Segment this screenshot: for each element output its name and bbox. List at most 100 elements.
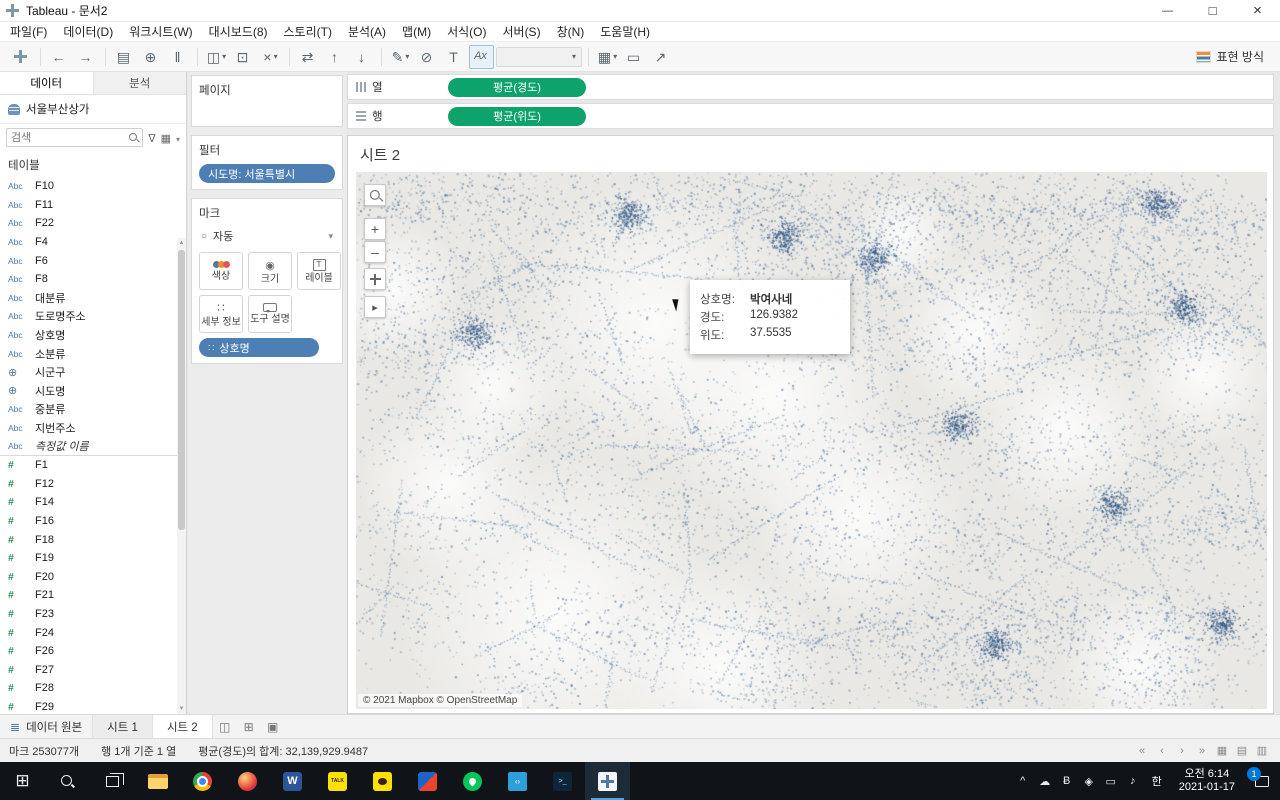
field-item[interactable]: F20 <box>0 567 177 586</box>
view-options-caret-icon[interactable] <box>176 131 180 145</box>
presentation-mode-icon[interactable]: ▭ <box>622 45 647 69</box>
field-item[interactable]: F29 <box>0 698 177 714</box>
zoom-in-button[interactable] <box>364 218 386 240</box>
tab-sheet2[interactable]: 시트 2 <box>152 715 213 738</box>
menu-item[interactable]: 창(N) <box>549 21 593 42</box>
marks-card[interactable]: 마크 자동 색상 크기 레이블 <box>191 198 343 364</box>
terminal-icon[interactable] <box>540 762 585 800</box>
field-item[interactable]: F19 <box>0 549 177 568</box>
menu-item[interactable]: 서식(O) <box>439 21 494 42</box>
field-item[interactable]: 도로명주소 <box>0 307 177 326</box>
swap-axes-icon[interactable]: ⇄ <box>296 45 321 69</box>
display-icon[interactable]: ▭ <box>1100 762 1122 800</box>
prev-sheet-icon[interactable]: ‹ <box>1153 742 1171 760</box>
field-item[interactable]: F11 <box>0 196 177 215</box>
action-center-button[interactable]: 1 <box>1244 766 1280 787</box>
highlight-icon[interactable]: ✎ ▾ <box>388 45 413 69</box>
tooltip-button[interactable]: 도구 설명 <box>248 295 292 333</box>
menu-item[interactable]: 워크시트(W) <box>121 21 200 42</box>
field-item[interactable]: 시도명 <box>0 382 177 401</box>
share-icon[interactable]: ↗ <box>649 45 674 69</box>
detail-button[interactable]: 세부 정보 <box>199 295 243 333</box>
tableau-logo-icon[interactable] <box>9 45 34 69</box>
field-item[interactable]: F28 <box>0 679 177 698</box>
field-item[interactable]: 대분류 <box>0 289 177 308</box>
fit-selector[interactable]: ▾ <box>496 46 582 67</box>
toolbar-separator[interactable] <box>40 47 41 66</box>
field-item[interactable]: 소분류 <box>0 344 177 363</box>
menu-item[interactable]: 스토리(T) <box>276 21 340 42</box>
columns-shelf[interactable]: 열 평균(경도) <box>347 74 1274 100</box>
filter-pill[interactable]: 시도명: 서울특별시 <box>199 164 335 183</box>
field-item[interactable]: F22 <box>0 214 177 233</box>
last-sheet-icon[interactable]: » <box>1193 742 1211 760</box>
new-worksheet-icon[interactable] <box>213 715 237 738</box>
field-item[interactable]: F1 <box>0 456 177 475</box>
tab-sheet1[interactable]: 시트 1 <box>93 715 153 738</box>
show-sheet-tabs-icon[interactable]: ▦ <box>1213 742 1231 760</box>
toolbar-separator[interactable] <box>381 47 382 66</box>
sort-ascending-icon[interactable]: ↑ <box>323 45 348 69</box>
field-item[interactable]: F27 <box>0 660 177 679</box>
toolbar-separator[interactable] <box>197 47 198 66</box>
color-button[interactable]: 색상 <box>199 252 243 290</box>
search-box[interactable] <box>6 128 144 147</box>
field-item[interactable]: F12 <box>0 475 177 494</box>
word-icon[interactable] <box>270 762 315 800</box>
cloud-icon[interactable]: ☁ <box>1034 762 1056 800</box>
detail-pill[interactable]: 상호명 <box>199 338 319 357</box>
minimize-button[interactable] <box>1145 0 1190 21</box>
field-item[interactable]: F8 <box>0 270 177 289</box>
toolbar-separator[interactable] <box>105 47 106 66</box>
group-members-icon[interactable]: ⊘ <box>415 45 440 69</box>
task-view-button[interactable] <box>90 762 135 800</box>
browser-icon[interactable] <box>225 762 270 800</box>
pages-card[interactable]: 페이지 <box>191 75 343 127</box>
language-indicator[interactable]: 한 <box>1144 773 1170 789</box>
field-item[interactable]: 측정값 이름 <box>0 437 177 456</box>
fields-scrollbar[interactable]: ▲ ▼ <box>177 238 186 714</box>
next-sheet-icon[interactable]: › <box>1173 742 1191 760</box>
pause-updates-icon[interactable]: ‖ <box>166 45 191 69</box>
tableau-icon[interactable] <box>585 762 630 800</box>
datasource-tab[interactable]: 데이터 원본 <box>0 715 94 738</box>
field-item[interactable]: F26 <box>0 642 177 661</box>
chrome-icon[interactable] <box>180 762 225 800</box>
toolbar-separator[interactable] <box>289 47 290 66</box>
tab-analytics[interactable]: 분석 <box>92 72 186 94</box>
size-button[interactable]: 크기 <box>248 252 292 290</box>
toolbar-separator[interactable] <box>588 47 589 66</box>
file-explorer-icon[interactable] <box>135 762 180 800</box>
kakaotalk-icon[interactable] <box>315 762 360 800</box>
filter-funnel-icon[interactable] <box>148 131 155 145</box>
menu-item[interactable]: 데이터(D) <box>55 21 121 42</box>
hidden-icons-icon[interactable]: ^ <box>1012 762 1034 800</box>
zoom-home-button[interactable] <box>364 268 386 290</box>
close-button[interactable] <box>1235 0 1280 21</box>
menu-item[interactable]: 서버(S) <box>494 21 548 42</box>
scroll-up-icon[interactable]: ▲ <box>178 239 185 247</box>
show-filmstrip-icon[interactable]: ▤ <box>1233 742 1251 760</box>
tab-data[interactable]: 데이터 <box>0 72 93 94</box>
field-item[interactable]: F4 <box>0 233 177 252</box>
field-item[interactable]: F24 <box>0 623 177 642</box>
maximize-button[interactable] <box>1190 0 1235 21</box>
search-input[interactable] <box>11 131 130 144</box>
field-item[interactable]: 상호명 <box>0 326 177 345</box>
show-me-button[interactable]: 표현 방식 <box>1188 45 1273 68</box>
new-story-icon[interactable] <box>261 715 285 738</box>
rows-pill[interactable]: 평균(위도) <box>448 106 586 126</box>
vscode-icon[interactable] <box>495 762 540 800</box>
kakao-icon[interactable] <box>360 762 405 800</box>
field-item[interactable]: F10 <box>0 177 177 196</box>
taskbar-clock[interactable]: 오전 6:14 2021-01-17 <box>1170 768 1244 794</box>
scroll-down-icon[interactable]: ▼ <box>178 705 185 713</box>
mark-type-dropdown[interactable]: 자동 <box>199 227 335 252</box>
new-dashboard-icon[interactable] <box>237 715 261 738</box>
menu-item[interactable]: 도움말(H) <box>592 21 658 42</box>
filters-card[interactable]: 필터 시도명: 서울특별시 <box>191 135 343 190</box>
show-mark-labels-icon[interactable]: T <box>442 45 467 69</box>
field-item[interactable]: F21 <box>0 586 177 605</box>
menu-item[interactable]: 맵(M) <box>394 21 439 42</box>
sort-descending-icon[interactable]: ↓ <box>350 45 375 69</box>
